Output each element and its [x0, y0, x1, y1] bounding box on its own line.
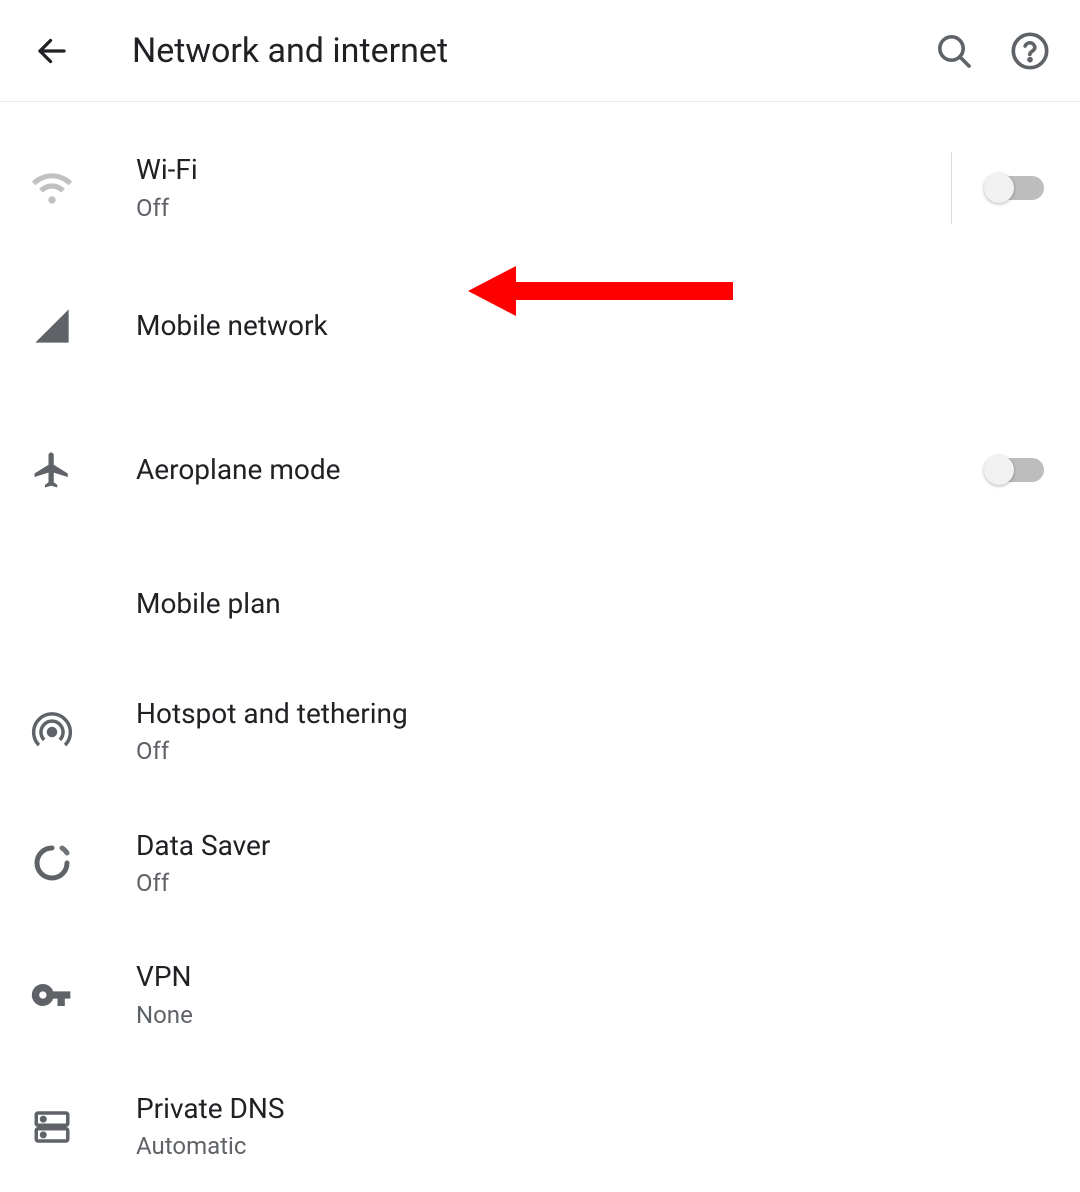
item-subtitle: Off	[136, 736, 1044, 767]
item-content: VPN None	[136, 959, 1044, 1031]
item-content: Private DNS Automatic	[136, 1091, 1044, 1163]
item-title: Mobile plan	[136, 586, 1044, 622]
item-title: VPN	[136, 959, 1044, 995]
airplane-icon	[20, 438, 84, 502]
item-content: Data Saver Off	[136, 828, 1044, 900]
help-icon	[1010, 31, 1050, 71]
vpn-key-icon	[20, 963, 84, 1027]
item-content: Mobile plan	[136, 586, 1044, 622]
settings-item-mobile-plan[interactable]: Mobile plan	[0, 542, 1080, 666]
settings-item-private-dns[interactable]: Private DNS Automatic	[0, 1061, 1080, 1192]
item-title: Data Saver	[136, 828, 1044, 864]
settings-list: Wi-Fi Off Mobile network Aeroplane mode	[0, 102, 1080, 1192]
item-subtitle: Off	[136, 868, 1044, 899]
settings-item-data-saver[interactable]: Data Saver Off	[0, 798, 1080, 930]
mobile-plan-icon	[20, 572, 84, 636]
help-button[interactable]	[1010, 31, 1050, 71]
item-title: Private DNS	[136, 1091, 1044, 1127]
header: Network and internet	[0, 0, 1080, 102]
item-title: Aeroplane mode	[136, 452, 988, 488]
header-actions	[934, 31, 1050, 71]
wifi-toggle[interactable]	[988, 176, 1044, 200]
item-content: Wi-Fi Off	[136, 152, 951, 224]
search-button[interactable]	[934, 31, 974, 71]
page-title: Network and internet	[132, 31, 934, 71]
settings-item-vpn[interactable]: VPN None	[0, 929, 1080, 1061]
item-content: Mobile network	[136, 308, 1044, 344]
search-icon	[934, 31, 974, 71]
item-trailing	[988, 458, 1044, 482]
item-title: Hotspot and tethering	[136, 696, 1044, 732]
settings-item-hotspot[interactable]: Hotspot and tethering Off	[0, 666, 1080, 798]
item-subtitle: Off	[136, 193, 951, 224]
wifi-icon	[20, 156, 84, 220]
item-subtitle: None	[136, 1000, 1044, 1031]
aeroplane-toggle[interactable]	[988, 458, 1044, 482]
item-content: Hotspot and tethering Off	[136, 696, 1044, 768]
item-content: Aeroplane mode	[136, 452, 988, 488]
hotspot-icon	[20, 700, 84, 764]
back-button[interactable]	[20, 19, 84, 83]
data-saver-icon	[20, 831, 84, 895]
item-subtitle: Automatic	[136, 1131, 1044, 1162]
settings-item-wifi[interactable]: Wi-Fi Off	[0, 122, 1080, 254]
item-title: Mobile network	[136, 308, 1044, 344]
signal-icon	[20, 294, 84, 358]
item-trailing	[951, 152, 1044, 224]
settings-item-aeroplane-mode[interactable]: Aeroplane mode	[0, 398, 1080, 542]
settings-item-mobile-network[interactable]: Mobile network	[0, 254, 1080, 398]
back-arrow-icon	[34, 33, 70, 69]
dns-icon	[20, 1095, 84, 1159]
divider	[951, 152, 952, 224]
item-title: Wi-Fi	[136, 152, 951, 188]
